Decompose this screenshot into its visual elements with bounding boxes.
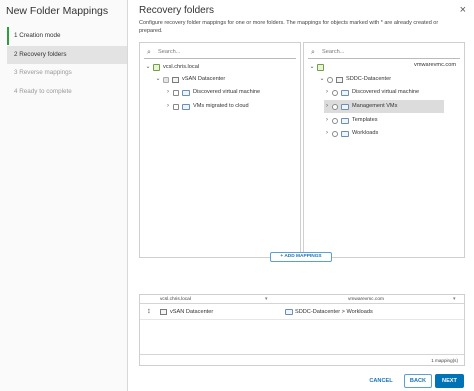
tree-node-folder[interactable]: › Discovered virtual machine — [324, 86, 419, 99]
tree-node-folder[interactable]: › Workloads — [324, 127, 378, 140]
mappings-grid: vcsl.chris.local ▾ vmwarevmc.com ▾ ⋮ vSA… — [139, 294, 465, 366]
vcenter-icon — [317, 64, 324, 71]
chevron-right-icon[interactable]: › — [324, 127, 330, 140]
add-mappings-button[interactable]: + ADD MAPPINGS — [270, 252, 332, 262]
chevron-right-icon[interactable]: › — [324, 100, 330, 113]
mapping-source: vSAN Datacenter — [170, 309, 214, 315]
folder-icon — [341, 117, 349, 124]
tree-node-label: Workloads — [352, 130, 379, 136]
vcenter-icon — [153, 64, 160, 71]
page-description: Configure recovery folder mappings for o… — [139, 20, 439, 34]
checkbox[interactable] — [173, 103, 179, 110]
target-vcenter-label: vmwarevmc.com — [414, 62, 456, 68]
tree-node-datacenter[interactable]: ⌄ SDDC-Datacenter — [319, 73, 391, 86]
source-search-placeholder: Search... — [158, 49, 181, 55]
tree-node-label: VMs migrated to cloud — [193, 103, 249, 109]
tree-node-label: Discovered virtual machine — [352, 89, 420, 95]
wizard-title: New Folder Mappings — [6, 5, 109, 17]
chevron-down-icon[interactable]: ⌄ — [309, 61, 315, 74]
folder-icon — [182, 89, 190, 96]
cancel-button[interactable]: CANCEL — [361, 374, 401, 388]
wizard-sidebar: New Folder Mappings 1 Creation mode 2 Re… — [0, 0, 128, 391]
tree-node-datacenter[interactable]: ⌄ vSAN Datacenter — [155, 73, 225, 86]
table-row[interactable]: ⋮ vSAN Datacenter SDDC-Datacenter > Work… — [140, 305, 464, 320]
source-folder-panel: ⌕ Search... ⌄ vcsl.chris.local ⌄ vSAN Da… — [139, 42, 301, 258]
tree-node-label: Discovered virtual machine — [193, 89, 261, 95]
search-icon: ⌕ — [311, 49, 315, 56]
radio-button[interactable] — [332, 117, 338, 124]
tree-node-label: vSAN Datacenter — [182, 76, 226, 82]
filter-icon[interactable]: ▾ — [265, 295, 268, 304]
chevron-down-icon[interactable]: ⌄ — [319, 73, 325, 86]
radio-button[interactable] — [332, 89, 338, 96]
step-reverse-mappings: 3 Reverse mappings — [14, 69, 72, 76]
checkbox[interactable] — [173, 89, 179, 96]
step-ready-to-complete: 4 Ready to complete — [14, 88, 72, 95]
target-folder-panel: ⌕ Search... ⌄ vmwarevmc.com ⌄ SDDC-Datac… — [303, 42, 465, 258]
grid-footer: 1 mapping(s) — [140, 354, 464, 365]
radio-button[interactable] — [332, 130, 338, 137]
page-title: Recovery folders — [139, 5, 215, 16]
chevron-down-icon[interactable]: ⌄ — [145, 61, 151, 74]
tree-node-folder-selected[interactable]: › Management VMs — [324, 100, 444, 113]
chevron-right-icon[interactable]: › — [324, 114, 330, 127]
chevron-right-icon[interactable]: › — [324, 86, 330, 99]
folder-icon — [285, 309, 293, 315]
folder-icon — [182, 103, 190, 110]
next-button[interactable]: NEXT — [435, 374, 464, 388]
datacenter-icon — [160, 309, 167, 315]
checkbox[interactable] — [163, 76, 169, 83]
tree-node-folder[interactable]: › VMs migrated to cloud — [165, 100, 249, 113]
filter-icon[interactable]: ▾ — [453, 295, 456, 304]
chevron-right-icon[interactable]: › — [165, 86, 171, 99]
row-actions-icon[interactable]: ⋮ — [146, 305, 152, 320]
step-creation-mode[interactable]: 1 Creation mode — [7, 27, 127, 45]
column-header-source: vcsl.chris.local — [160, 297, 191, 302]
column-header-target: vmwarevmc.com — [348, 297, 384, 302]
tree-node-folder[interactable]: › Templates — [324, 114, 378, 127]
folder-icon — [341, 103, 349, 110]
datacenter-icon — [172, 76, 179, 83]
target-search-input[interactable]: ⌕ Search... — [308, 46, 460, 59]
back-button[interactable]: BACK — [404, 374, 432, 388]
tree-node-folder[interactable]: › Discovered virtual machine — [165, 86, 260, 99]
radio-button[interactable] — [327, 76, 333, 83]
wizard-main: × Recovery folders Configure recovery fo… — [129, 0, 474, 391]
step-recovery-folders[interactable]: 2 Recovery folders — [7, 46, 127, 64]
target-search-placeholder: Search... — [322, 49, 345, 55]
radio-button[interactable] — [332, 103, 338, 110]
tree-node-label: Management VMs — [352, 103, 398, 109]
close-icon[interactable]: × — [460, 4, 466, 16]
mapping-target: SDDC-Datacenter > Workloads — [295, 309, 373, 315]
grid-header: vcsl.chris.local ▾ vmwarevmc.com ▾ — [140, 295, 464, 304]
chevron-down-icon[interactable]: ⌄ — [155, 73, 161, 86]
tree-node-label: Templates — [352, 117, 378, 123]
source-search-input[interactable]: ⌕ Search... — [144, 46, 296, 59]
datacenter-icon — [336, 76, 343, 83]
tree-node-label: SDDC-Datacenter — [346, 76, 392, 82]
chevron-right-icon[interactable]: › — [165, 100, 171, 113]
folder-icon — [341, 89, 349, 96]
search-icon: ⌕ — [147, 49, 151, 56]
folder-icon — [341, 130, 349, 137]
